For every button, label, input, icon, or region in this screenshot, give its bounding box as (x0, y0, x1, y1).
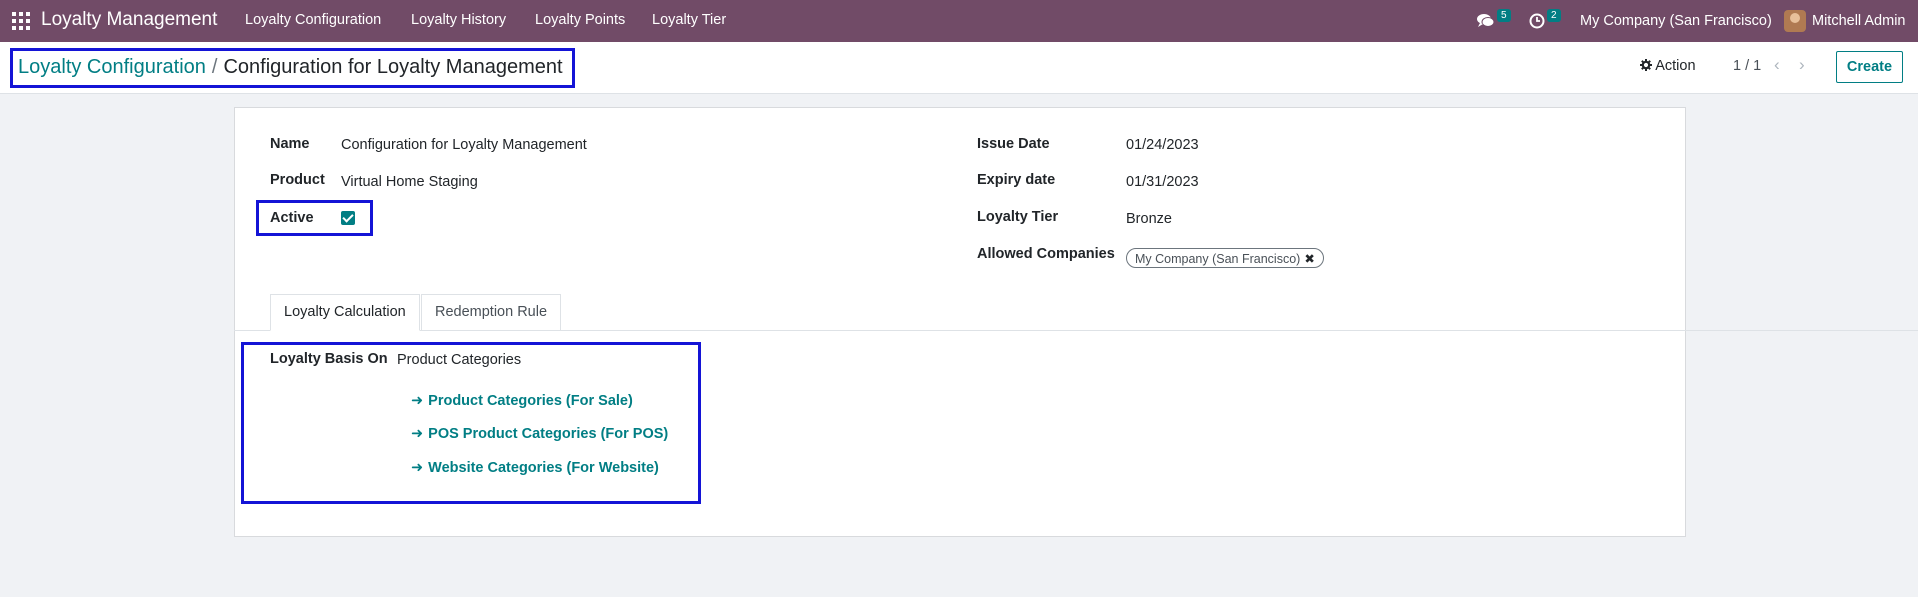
menu-loyalty-history[interactable]: Loyalty History (411, 12, 506, 28)
company-tag: My Company (San Francisco) ✖ (1126, 248, 1324, 268)
menu-loyalty-configuration[interactable]: Loyalty Configuration (245, 12, 381, 28)
active-checkbox[interactable] (341, 211, 355, 225)
product-label: Product (270, 172, 325, 188)
loyalty-tier-field[interactable]: Bronze (1126, 211, 1172, 227)
website-categories-link-label: Website Categories (For Website) (428, 460, 659, 476)
messages-button[interactable]: 5 (1477, 0, 1511, 42)
product-field[interactable]: Virtual Home Staging (341, 174, 478, 190)
breadcrumb-separator: / (211, 56, 218, 78)
action-button[interactable]: Action (1640, 58, 1696, 74)
company-switcher[interactable]: My Company (San Francisco) (1580, 0, 1772, 42)
name-label: Name (270, 136, 310, 152)
breadcrumb-current: Configuration for Loyalty Management (223, 56, 563, 78)
messages-badge: 5 (1497, 8, 1511, 22)
pos-product-categories-link[interactable]: ➜ POS Product Categories (For POS) (411, 426, 668, 442)
activities-badge: 2 (1547, 8, 1561, 22)
company-tag-label: My Company (San Francisco) (1135, 252, 1301, 266)
issue-date-field[interactable]: 01/24/2023 (1126, 137, 1199, 153)
menu-loyalty-tier[interactable]: Loyalty Tier (652, 12, 726, 28)
pager-previous-icon[interactable]: ‹ (1774, 55, 1780, 75)
loyalty-tier-label: Loyalty Tier (977, 209, 1059, 225)
avatar (1784, 10, 1806, 32)
pager-value[interactable]: 1 / 1 (1733, 58, 1761, 74)
name-field[interactable]: Configuration for Loyalty Management (341, 137, 587, 153)
loyalty-basis-field[interactable]: Product Categories (397, 352, 521, 368)
breadcrumb: Loyalty Configuration / Configuration for … (10, 48, 575, 88)
chat-icon (1477, 14, 1495, 27)
product-categories-link[interactable]: ➜ Product Categories (For Sale) (411, 393, 633, 409)
gear-icon (1640, 59, 1652, 71)
user-menu[interactable]: Mitchell Admin (1784, 0, 1905, 42)
expiry-date-field[interactable]: 01/31/2023 (1126, 174, 1199, 190)
issue-date-label: Issue Date (977, 136, 1050, 152)
action-label: Action (1655, 58, 1696, 74)
app-brand[interactable]: Loyalty Management (41, 9, 217, 31)
clock-icon (1529, 13, 1545, 29)
menu-loyalty-points[interactable]: Loyalty Points (535, 12, 625, 28)
product-categories-link-label: Product Categories (For Sale) (428, 393, 633, 409)
pos-product-categories-link-label: POS Product Categories (For POS) (428, 426, 669, 442)
breadcrumb-parent-link[interactable]: Loyalty Configuration (18, 56, 206, 78)
remove-tag-icon[interactable]: ✖ (1304, 252, 1314, 266)
create-button[interactable]: Create (1836, 51, 1903, 83)
active-label: Active (270, 210, 314, 226)
arrow-right-icon: ➜ (411, 426, 424, 442)
pager-next-icon[interactable]: › (1799, 55, 1805, 75)
tab-loyalty-calculation[interactable]: Loyalty Calculation (270, 294, 420, 331)
website-categories-link[interactable]: ➜ Website Categories (For Website) (411, 460, 659, 476)
expiry-date-label: Expiry date (977, 172, 1056, 188)
activities-button[interactable]: 2 (1529, 0, 1561, 42)
control-panel: Loyalty Configuration / Configuration for … (0, 42, 1918, 94)
apps-grid-icon[interactable] (12, 12, 30, 30)
tab-redemption-rule[interactable]: Redemption Rule (421, 294, 562, 331)
loyalty-basis-label: Loyalty Basis On (270, 351, 388, 367)
arrow-right-icon: ➜ (411, 393, 424, 409)
user-name: Mitchell Admin (1812, 13, 1906, 29)
allowed-companies-label: Allowed Companies (977, 246, 1115, 262)
arrow-right-icon: ➜ (411, 460, 424, 476)
top-navbar: Loyalty Management Loyalty Configuration… (0, 0, 1918, 42)
